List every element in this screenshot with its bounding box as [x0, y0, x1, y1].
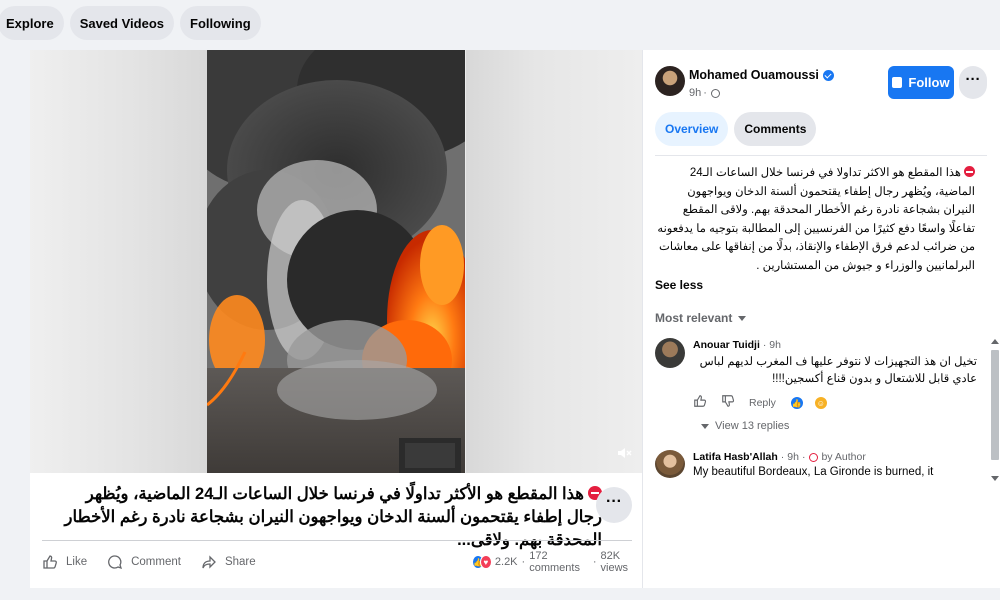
wow-reaction-icon: ☺: [813, 395, 828, 410]
globe-icon: [710, 88, 720, 98]
divider: [655, 155, 987, 156]
nav-following[interactable]: Following: [180, 6, 261, 40]
scrollbar-thumb[interactable]: [991, 350, 999, 460]
comment-reply-button[interactable]: Reply: [749, 397, 776, 409]
share-button[interactable]: Share: [201, 554, 256, 570]
comment-author-name[interactable]: Anouar Tuidji: [693, 339, 760, 351]
comment-label: Comment: [131, 556, 181, 568]
post-time: 9h ·: [689, 87, 720, 99]
video-column: هذا المقطع هو الأكثر تداولًا في فرنسا خل…: [30, 50, 642, 588]
stats-separator: ·: [521, 556, 526, 568]
video-player[interactable]: [30, 50, 642, 473]
comments-count[interactable]: 172 comments: [529, 550, 589, 574]
comment-like-button[interactable]: [693, 394, 707, 411]
post-stats: 👍 ♥ 2.2K · 172 comments · 82K views: [472, 550, 642, 574]
author-more-button[interactable]: ···: [959, 66, 987, 99]
author-name[interactable]: Mohamed Ouamoussi: [689, 68, 834, 82]
video-blur-left: [30, 50, 208, 473]
verified-badge-icon: [822, 69, 834, 81]
views-count: 82K views: [600, 550, 629, 574]
post-details-panel: Mohamed Ouamoussi 9h · Follow ··· Overvie…: [642, 50, 1000, 588]
mute-icon[interactable]: [614, 445, 634, 465]
fire-scene-image: [207, 50, 465, 473]
view-replies-link[interactable]: View 13 replies: [701, 420, 789, 432]
comment-time[interactable]: 9h: [787, 451, 799, 463]
comment-button[interactable]: Comment: [107, 554, 181, 570]
comment-sort-label: Most relevant: [655, 311, 733, 325]
nav-saved-videos[interactable]: Saved Videos: [69, 6, 174, 40]
stats-separator: ·: [592, 556, 597, 568]
detail-tabs: Overview Comments: [655, 112, 822, 146]
like-reaction-icon: 👍: [789, 395, 804, 410]
share-label: Share: [224, 556, 256, 568]
comment-sort-dropdown[interactable]: Most relevant: [655, 311, 747, 325]
like-label: Like: [66, 556, 88, 568]
video-blur-right: [466, 50, 642, 473]
chevron-down-icon: [738, 315, 747, 321]
avatar[interactable]: [655, 450, 685, 478]
view-replies-label: View 13 replies: [715, 420, 790, 432]
author-badge-icon: [809, 452, 819, 462]
comment-actions: Reply 👍 ☺: [693, 394, 856, 411]
comments-fold: [643, 480, 989, 588]
comment-time[interactable]: 9h: [769, 339, 781, 351]
share-arrow-icon: [202, 555, 216, 569]
thumbs-up-icon: [694, 395, 707, 407]
scroll-up-arrow-icon[interactable]: [991, 339, 999, 344]
divider: [42, 540, 632, 541]
see-less-link[interactable]: See less: [655, 278, 703, 292]
love-reaction-icon: ♥: [479, 555, 492, 569]
scroll-down-arrow-icon[interactable]: [991, 476, 999, 481]
thumbs-up-icon: [43, 555, 57, 569]
comment-bubble-icon: [108, 555, 123, 570]
comment-reactions[interactable]: 👍 ☺: [789, 395, 842, 410]
video-post-card: هذا المقطع هو الأكثر تداولًا في فرنسا خل…: [30, 50, 1000, 588]
comment-author[interactable]: Anouar Tuidji · 9h: [693, 339, 781, 351]
post-time-text[interactable]: 9h: [689, 87, 701, 99]
reactions-count[interactable]: 2.2K: [495, 556, 518, 568]
tab-overview[interactable]: Overview: [655, 112, 729, 146]
follow-label: Follow: [908, 75, 950, 90]
author-avatar[interactable]: [655, 66, 685, 96]
post-description-text: هذا المقطع هو الاكثر تداولا في فرنسا خلا…: [657, 167, 975, 272]
video-caption: هذا المقطع هو الأكثر تداولًا في فرنسا خل…: [54, 483, 602, 552]
like-button[interactable]: Like: [42, 554, 87, 570]
post-description: هذا المقطع هو الاكثر تداولا في فرنسا خلا…: [655, 164, 975, 275]
video-frame[interactable]: [207, 50, 465, 473]
nav-explore[interactable]: Explore: [0, 6, 64, 40]
top-navigation: Explore Saved Videos Following: [0, 0, 1000, 46]
author-name-text[interactable]: Mohamed Ouamoussi: [689, 68, 819, 82]
comment-author-name[interactable]: Latifa Hasb'Allah: [693, 451, 778, 463]
comment-author[interactable]: Latifa Hasb'Allah · 9h · by Author: [693, 451, 866, 463]
follow-button[interactable]: Follow: [888, 66, 954, 99]
chevron-down-icon: [701, 423, 709, 429]
author-badge: by Author: [821, 451, 866, 463]
follow-icon: [892, 77, 903, 88]
no-entry-emoji-icon: [964, 166, 975, 177]
comment-text: تخيل ان هذ التجهيزات لا نتوفر عليها ف ال…: [699, 356, 977, 385]
tab-comments[interactable]: Comments: [734, 112, 817, 146]
avatar[interactable]: [655, 338, 685, 368]
thumbs-down-icon: [722, 395, 735, 407]
comments-scrollbar[interactable]: [990, 336, 1000, 484]
video-more-button[interactable]: ···: [596, 487, 632, 523]
comment-text: My beautiful Bordeaux, La Gironde is bur…: [693, 466, 934, 478]
comment-dislike-button[interactable]: [721, 394, 735, 411]
